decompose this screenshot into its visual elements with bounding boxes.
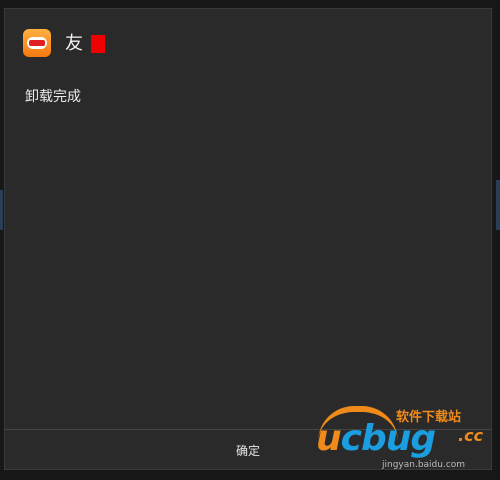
watermark: 软件下载站 ucbug .cc jingyan.baidu.com — [312, 404, 498, 478]
dialog-message: 卸载完成 — [25, 89, 81, 105]
watermark-logo: ucbug — [316, 418, 436, 459]
dialog-title: 友 — [65, 33, 83, 54]
watermark-logo-u: u — [316, 418, 342, 459]
screen: 友 卸载完成 确定 软件下载站 ucbug .cc jingyan.baidu.… — [0, 0, 500, 480]
app-icon-badge — [27, 37, 47, 49]
app-icon — [23, 29, 51, 57]
red-redaction-box — [91, 35, 105, 53]
background-edge-right — [496, 180, 500, 230]
watermark-tld: .cc — [458, 426, 484, 445]
watermark-url: jingyan.baidu.com — [382, 460, 466, 470]
app-icon-bar — [29, 40, 45, 46]
uninstall-dialog: 友 卸载完成 确定 — [4, 8, 492, 470]
watermark-logo-c: c — [340, 418, 362, 459]
background-edge-left — [0, 190, 3, 230]
dialog-title-bar: 友 — [5, 9, 491, 79]
watermark-logo-bug: bug — [360, 418, 436, 459]
